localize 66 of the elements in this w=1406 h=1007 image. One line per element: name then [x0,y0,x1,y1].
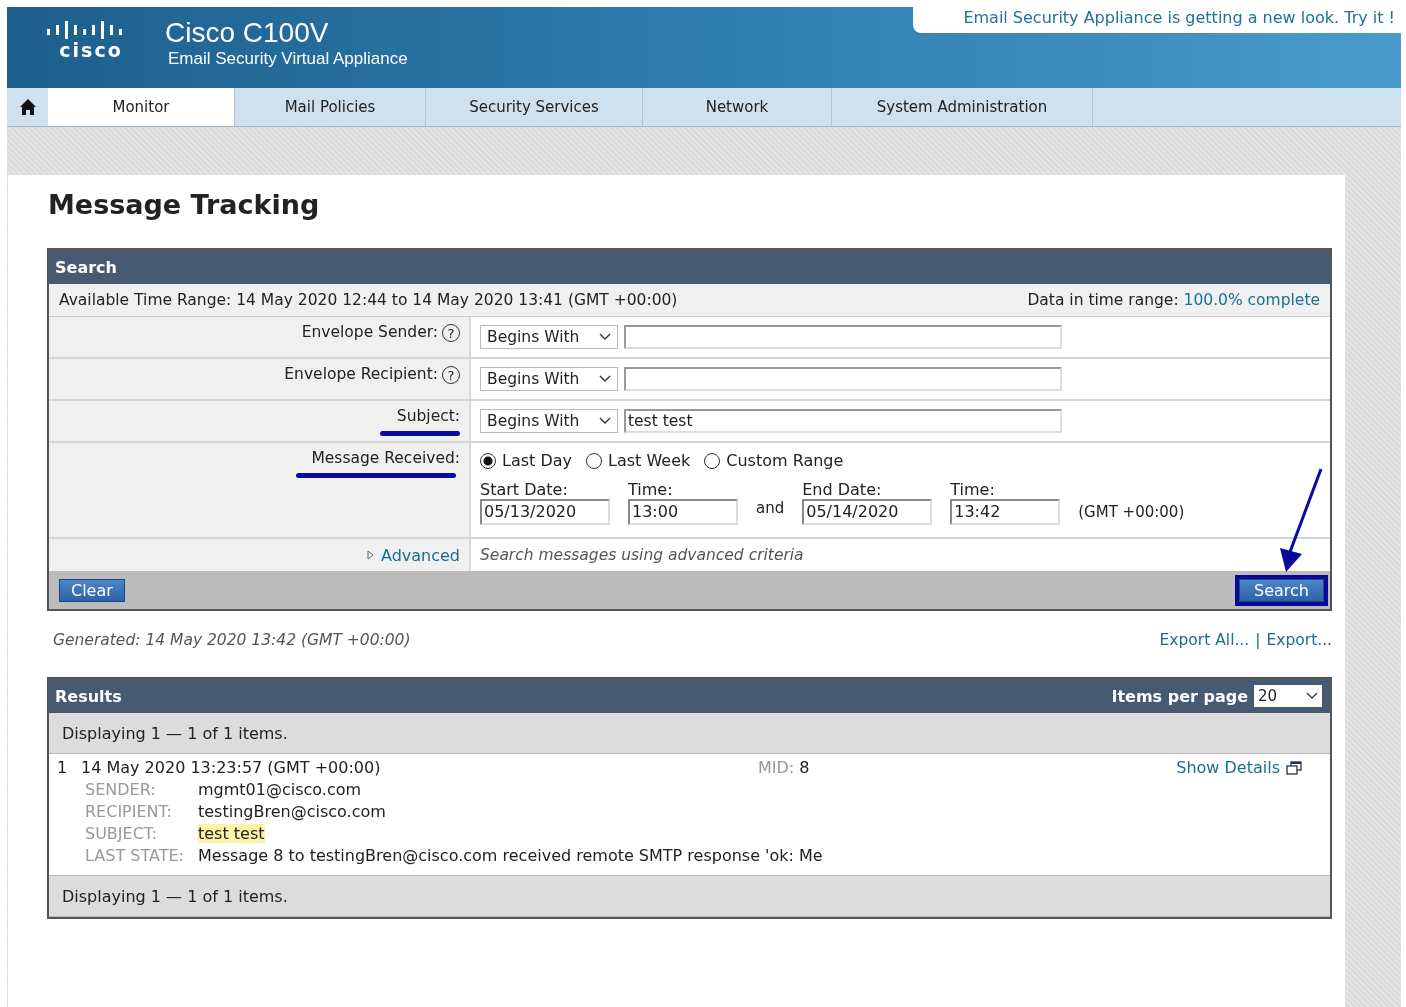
field-label: SUBJECT: [85,824,159,843]
text-field[interactable] [624,325,1062,349]
text-field[interactable] [624,367,1062,391]
field-value: testingBren@cisco.com [198,802,386,821]
expand-icon [366,550,375,560]
result-index: 1 [57,758,69,777]
radio-option[interactable]: Last Week [586,451,691,470]
time-field[interactable]: 13:42 [950,499,1061,525]
field-label: Message Received: [311,449,460,467]
show-details-link[interactable]: Show Details [1176,758,1280,777]
field-label: LAST STATE: [85,846,185,865]
field-label: RECIPIENT: [85,802,173,821]
field-label: Envelope Recipient: [284,365,438,383]
operator-select[interactable]: Begins With [480,367,618,391]
radio-option[interactable]: Last Day [480,451,572,470]
timezone-text: (GMT +00:00) [1078,503,1185,523]
clear-button[interactable]: Clear [59,578,125,602]
home-icon [18,98,37,116]
chevron-icon [599,375,611,383]
nav-tab[interactable]: Network [643,88,832,126]
date-label: Start Date: [480,480,569,499]
field-label: SENDER: [85,780,157,799]
export-all-link[interactable]: Export All... [1159,631,1250,649]
per-page-select[interactable]: 20 [1254,685,1322,707]
advanced-description: Search messages using advanced criteria [480,546,804,564]
time-field[interactable]: 13:00 [628,499,738,525]
popup-window-icon[interactable] [1286,760,1302,775]
chevron-icon [1306,692,1318,700]
chevron-icon [599,333,611,341]
export-link[interactable]: Export... [1266,631,1332,649]
field-value: Message 8 to testingBren@cisco.com received remote SMTP response 'ok: Me [198,846,823,865]
advanced-link[interactable]: Advanced [366,545,460,565]
displaying-text: Displaying 1 — 1 of 1 items. [62,723,288,743]
mid-text: MID: 8 [758,758,811,777]
time-label: Time: [628,480,674,499]
time-label: Time: [950,480,996,499]
and-text: and [756,499,785,519]
date-field[interactable]: 05/14/2020 [802,499,933,525]
nav-tab[interactable]: System Administration [832,88,1093,126]
product-name: Cisco C100V [165,17,330,49]
panel-title: Results [55,686,122,706]
field-value: mgmt01@cisco.com [198,780,362,799]
text-field[interactable]: test test [624,409,1062,433]
page-title: Message Tracking [48,189,321,220]
field-label: Subject: [396,407,460,425]
operator-select[interactable]: Begins With [480,325,618,349]
result-date: 14 May 2020 13:23:57 (GMT +00:00) [81,758,382,777]
time-range-text: Available Time Range: 14 May 2020 12:44 to 14 May 2020 13:41 (GMT +00:00) [59,291,678,309]
date-label: End Date: [802,480,883,499]
data-range-text: Data in time range: 100.0% complete [1027,291,1320,309]
displaying-text: Displaying 1 — 1 of 1 items. [62,886,288,906]
radio-option[interactable]: Custom Range [704,451,844,470]
nav-tab[interactable]: Mail Policies [235,88,426,126]
operator-select[interactable]: Begins With [480,409,618,433]
date-field[interactable]: 05/13/2020 [480,499,610,525]
per-page-label: Items per page [1111,686,1248,706]
nav-tab[interactable]: Monitor [48,88,235,126]
panel-title: Search [55,257,117,277]
field-label: Envelope Sender: [301,323,438,341]
logo-text: cisco [59,39,123,61]
nav-tab[interactable]: Security Services [426,88,643,126]
chevron-icon [599,417,611,425]
generated-text: Generated: 14 May 2020 13:42 (GMT +00:00) [53,631,411,649]
separator-text: | [1255,631,1261,649]
field-value: test test [198,824,265,843]
product-subtitle: Email Security Virtual Appliance [168,49,408,69]
